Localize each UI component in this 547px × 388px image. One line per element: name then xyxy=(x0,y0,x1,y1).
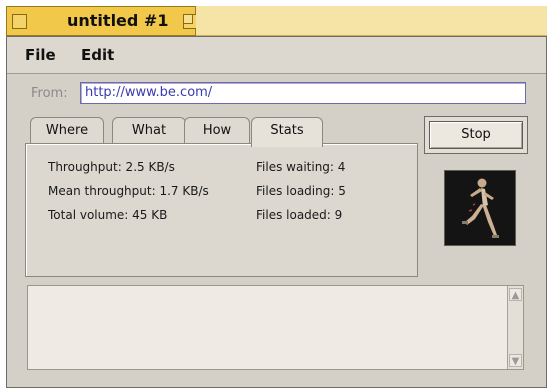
files-loading-stat: Files loading: 5 xyxy=(256,184,346,198)
tab-how[interactable]: How xyxy=(184,117,250,144)
tab-stats[interactable]: Stats xyxy=(251,117,323,147)
files-waiting-stat: Files waiting: 4 xyxy=(256,160,346,174)
total-volume-stat: Total volume: 45 KB xyxy=(48,208,168,222)
stop-button[interactable]: Stop xyxy=(429,121,523,149)
tab-what[interactable]: What xyxy=(112,117,186,144)
mean-throughput-stat: Mean throughput: 1.7 KB/s xyxy=(48,184,209,198)
browser-window: File Edit From: http://www.be.com/ Where… xyxy=(6,36,547,388)
tab-where[interactable]: Where xyxy=(30,117,104,144)
menu-file[interactable]: File xyxy=(25,46,56,64)
menu-bar: File Edit xyxy=(7,37,546,74)
scroll-down-arrow-icon[interactable]: ▼ xyxy=(509,354,522,367)
menu-edit[interactable]: Edit xyxy=(81,46,114,64)
stats-panel: Throughput: 2.5 KB/s Mean throughput: 1.… xyxy=(25,143,418,277)
from-label: From: xyxy=(31,86,68,101)
throughput-stat: Throughput: 2.5 KB/s xyxy=(48,160,175,174)
url-input[interactable]: http://www.be.com/ xyxy=(80,82,526,104)
window-title: untitled #1 xyxy=(67,11,169,30)
running-figure-icon xyxy=(444,170,516,246)
scroll-up-arrow-icon[interactable]: ▲ xyxy=(509,288,522,301)
vertical-scrollbar[interactable]: ▲ ▼ xyxy=(507,286,523,369)
log-text-area[interactable]: ▲ ▼ xyxy=(27,285,524,370)
stop-button-frame: Stop xyxy=(424,116,528,154)
title-bar-background xyxy=(196,6,547,36)
window-title-tab[interactable]: untitled #1 xyxy=(6,6,198,36)
files-loaded-stat: Files loaded: 9 xyxy=(256,208,343,222)
close-box-icon[interactable] xyxy=(12,14,27,29)
